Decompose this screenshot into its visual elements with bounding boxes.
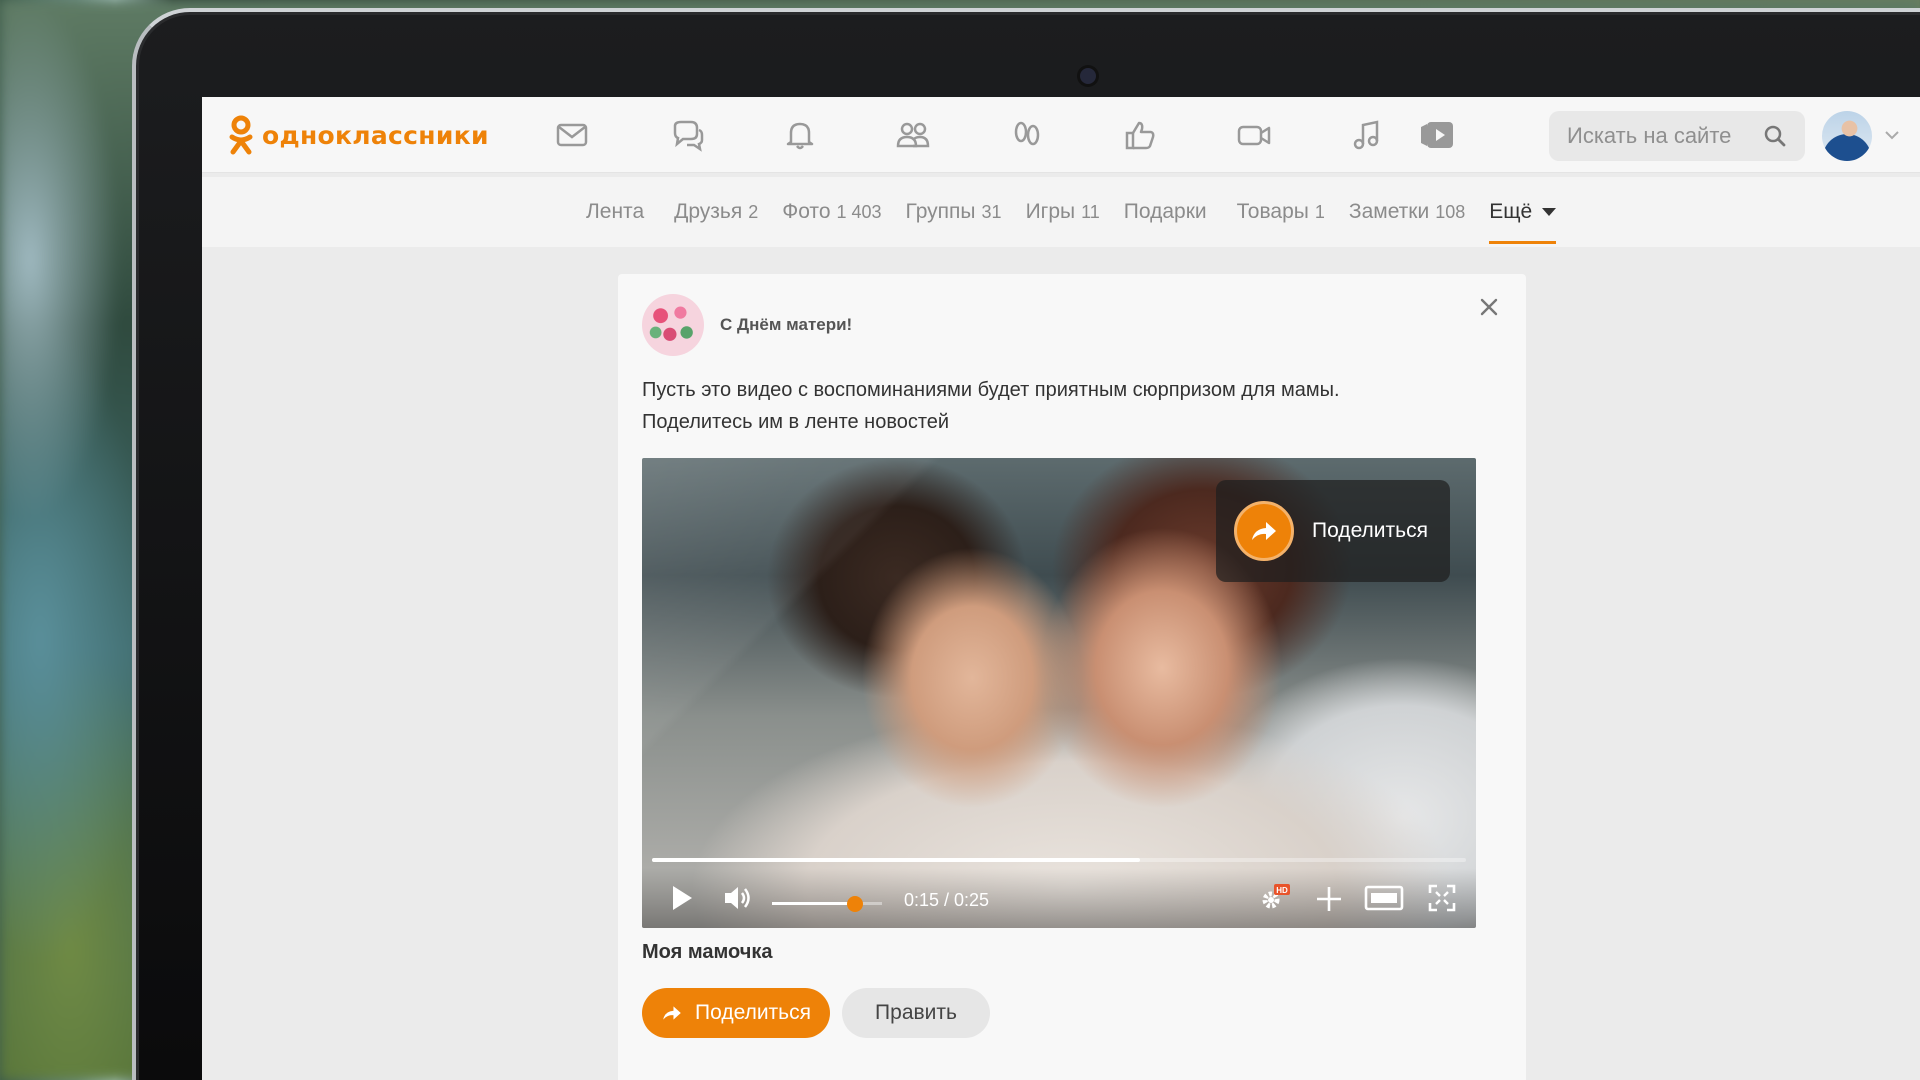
theater-mode-icon[interactable]: [1364, 884, 1404, 912]
tab-gifts[interactable]: Подарки: [1124, 177, 1213, 247]
card-header: С Днём матери!: [642, 294, 852, 356]
video-time: 0:15 / 0:25: [904, 890, 990, 910]
ok-logo-icon: [229, 115, 253, 155]
share-button-label: Поделиться: [695, 1001, 811, 1024]
volume-slider[interactable]: [772, 896, 882, 912]
volume-knob[interactable]: [846, 896, 863, 912]
video-progress-bar[interactable]: [652, 858, 1466, 862]
card-title: С Днём матери!: [720, 315, 853, 334]
webcam: [1080, 68, 1096, 84]
video-progress-fill: [652, 858, 1141, 862]
share-overlay-label: Поделиться: [1312, 519, 1428, 542]
search-icon[interactable]: [1763, 124, 1787, 148]
tab-games[interactable]: Игры 11: [1026, 177, 1100, 247]
add-icon[interactable]: [1314, 884, 1344, 914]
tab-more[interactable]: Ещё: [1489, 177, 1557, 247]
volume-fill: [772, 902, 855, 905]
tab-feed[interactable]: Лента: [586, 177, 650, 247]
edit-button-label: Править: [875, 1001, 957, 1024]
card-text-line-2: Поделитесь им в ленте новостей: [642, 411, 950, 433]
video-title: Моя мамочка: [642, 941, 773, 963]
chevron-down-icon[interactable]: [1884, 129, 1900, 141]
play-icon[interactable]: [670, 884, 694, 912]
share-arrow-icon: [663, 1006, 681, 1020]
tab-groups[interactable]: Группы 31: [906, 177, 1002, 247]
footprints-icon[interactable]: [1007, 117, 1047, 153]
settings-gear-icon[interactable]: HD: [1256, 882, 1290, 914]
video-camera-icon[interactable]: [1234, 117, 1274, 153]
card-text-line-1: Пусть это видео с воспоминаниями будет п…: [642, 379, 1340, 401]
top-bar: одноклассники: [202, 97, 1920, 173]
volume-icon[interactable]: [722, 883, 754, 913]
friends-icon[interactable]: [893, 117, 933, 153]
browser-screen: одноклассники Искать на сайте Лента Друз…: [202, 97, 1920, 1080]
logo-text: одноклассники: [262, 120, 489, 150]
hd-badge: HD: [1276, 886, 1288, 895]
search-box[interactable]: [1549, 111, 1805, 161]
profile-subnav: Лента Друзья 2 Фото 1 403 Группы 31 Игры 11 …: [202, 177, 1920, 247]
share-button[interactable]: Поделиться: [642, 988, 830, 1038]
tab-notes[interactable]: Заметки 108: [1349, 177, 1465, 247]
card-description: Пусть это видео с воспоминаниями будет п…: [642, 374, 1482, 438]
tab-products[interactable]: Товары 1: [1237, 177, 1325, 247]
share-arrow-icon: [1234, 501, 1294, 561]
fullscreen-icon[interactable]: [1428, 884, 1456, 912]
tab-friends[interactable]: Друзья 2: [674, 177, 758, 247]
search-input[interactable]: [1567, 123, 1757, 149]
like-icon[interactable]: [1120, 117, 1160, 153]
video-player[interactable]: Поделиться 0:15 / 0:25 HD: [642, 458, 1476, 928]
video-play-icon[interactable]: [1417, 117, 1457, 153]
mail-icon[interactable]: [552, 117, 592, 153]
mothers-day-card: С Днём матери! Пусть это видео с воспоми…: [618, 274, 1526, 1080]
close-icon[interactable]: [1478, 296, 1500, 318]
site-logo[interactable]: одноклассники: [228, 115, 489, 155]
user-avatar[interactable]: [1822, 111, 1872, 161]
card-avatar: [642, 294, 704, 356]
chat-icon[interactable]: [667, 117, 707, 153]
bell-icon[interactable]: [780, 117, 820, 153]
tab-photos[interactable]: Фото 1 403: [782, 177, 881, 247]
music-icon[interactable]: [1347, 117, 1387, 153]
subnav-items: Лента Друзья 2 Фото 1 403 Группы 31 Игры 11 …: [586, 177, 1580, 247]
video-share-overlay[interactable]: Поделиться: [1216, 480, 1450, 582]
edit-button[interactable]: Править: [842, 988, 990, 1038]
caret-down-icon: [1542, 208, 1557, 216]
video-controls: 0:15 / 0:25 HD: [642, 868, 1476, 928]
